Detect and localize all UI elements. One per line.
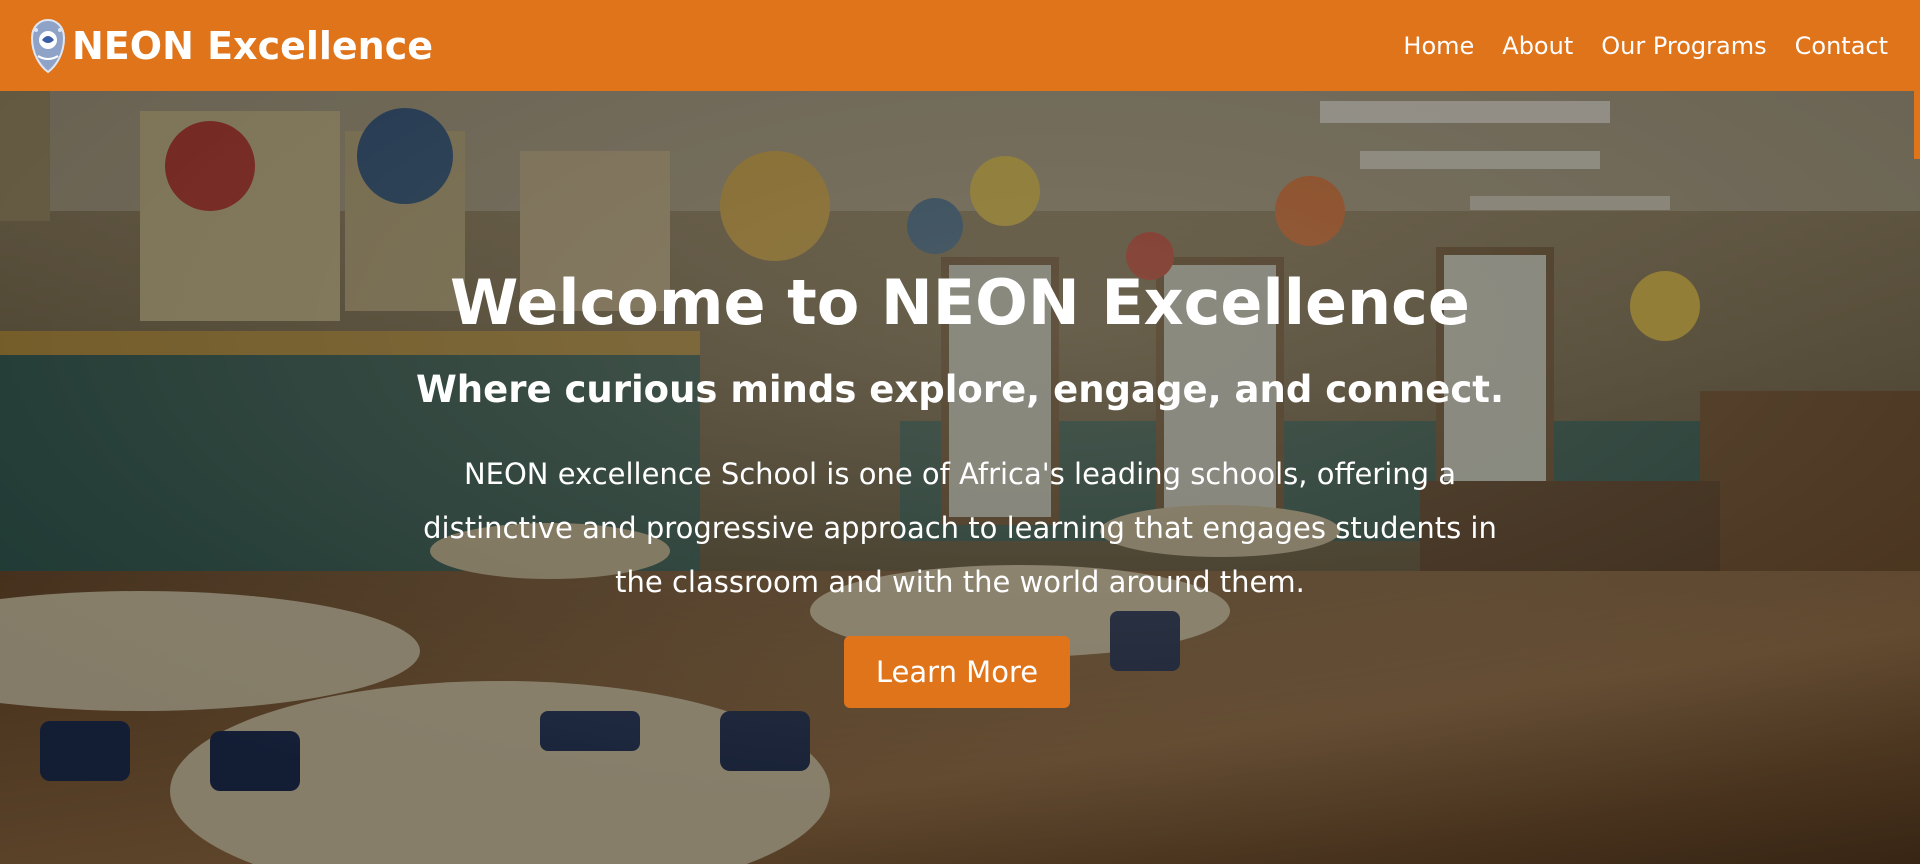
hero-content: Welcome to NEON Excellence Where curious… [0, 91, 1920, 864]
scrollbar-thumb[interactable] [1914, 91, 1920, 159]
hero-description: NEON excellence School is one of Africa'… [423, 457, 1497, 599]
top-navbar: NEON Excellence Home About Our Programs … [0, 0, 1920, 91]
brand[interactable]: NEON Excellence [26, 16, 433, 76]
nav-link-about[interactable]: About [1502, 32, 1573, 60]
learn-more-button[interactable]: Learn More [844, 636, 1070, 708]
nav-link-home[interactable]: Home [1403, 32, 1474, 60]
nav-link-our-programs[interactable]: Our Programs [1601, 32, 1766, 60]
school-crest-icon [30, 18, 66, 73]
hero-title: Welcome to NEON Excellence [450, 266, 1470, 339]
hero-section: Welcome to NEON Excellence Where curious… [0, 91, 1920, 864]
main-nav: Home About Our Programs Contact [1403, 32, 1888, 60]
hero-subtitle: Where curious minds explore, engage, and… [415, 368, 1504, 411]
brand-name: NEON Excellence [72, 23, 434, 68]
nav-link-contact[interactable]: Contact [1795, 32, 1888, 60]
